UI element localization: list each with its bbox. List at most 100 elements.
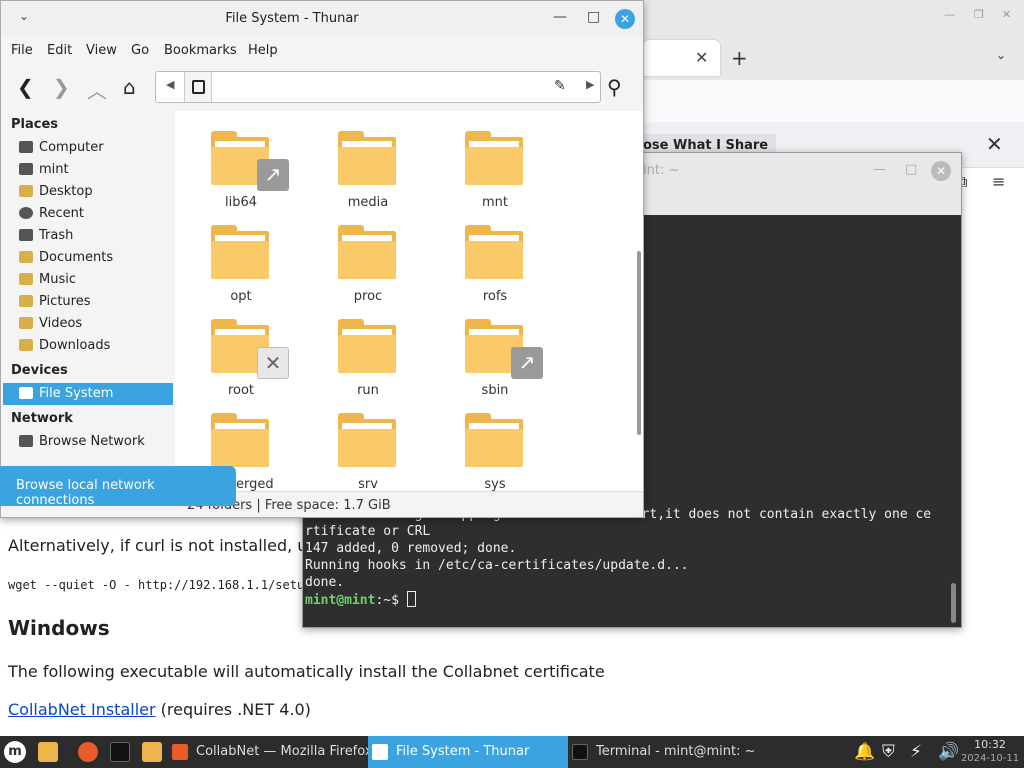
sidebar-item-music[interactable]: Music bbox=[3, 269, 173, 291]
clock-date: 2024-10-11 bbox=[960, 753, 1020, 764]
folder-icon bbox=[338, 225, 396, 279]
folder-item[interactable]: ↗ lib64 bbox=[177, 123, 297, 217]
home-folder-icon bbox=[19, 163, 33, 175]
home-icon[interactable]: ⌂ bbox=[123, 75, 136, 99]
network-icon bbox=[19, 435, 33, 447]
pictures-folder-icon bbox=[19, 295, 33, 307]
folder-icon bbox=[338, 131, 396, 185]
maximize-icon[interactable]: □ bbox=[905, 162, 917, 177]
close-tab-icon[interactable]: ✕ bbox=[695, 48, 708, 67]
sidebar-item-documents[interactable]: Documents bbox=[3, 247, 173, 269]
menu-icon[interactable]: ≡ bbox=[992, 172, 1005, 191]
mint-menu-icon[interactable]: m bbox=[4, 741, 26, 763]
folder-item[interactable]: rofs bbox=[431, 217, 551, 311]
task-firefox[interactable]: CollabNet — Mozilla Firefox bbox=[168, 736, 373, 768]
close-icon[interactable]: ✕ bbox=[615, 9, 635, 29]
menu-file[interactable]: File bbox=[11, 43, 33, 58]
sidebar-item-mint[interactable]: mint bbox=[3, 159, 173, 181]
folder-name: lib64 bbox=[224, 195, 258, 210]
sidebar-item-videos[interactable]: Videos bbox=[3, 313, 173, 335]
task-thunar[interactable]: File System - Thunar bbox=[368, 736, 568, 768]
close-notification-icon[interactable]: ✕ bbox=[986, 132, 1003, 156]
terminal-line: Running hooks in /etc/ca-certificates/up… bbox=[305, 558, 689, 573]
power-icon[interactable]: ⚡ bbox=[910, 742, 922, 762]
scroll-right-icon[interactable]: ▶ bbox=[586, 78, 594, 91]
list-tabs-icon[interactable]: ⌄ bbox=[996, 48, 1006, 62]
edit-path-icon[interactable]: ✎ bbox=[554, 78, 566, 94]
root-drive-crumb[interactable] bbox=[184, 72, 212, 102]
task-terminal[interactable]: Terminal - mint@mint: ~ bbox=[568, 736, 768, 768]
folder-item[interactable]: ✕ root bbox=[177, 311, 297, 405]
back-icon[interactable]: ❮ bbox=[17, 75, 34, 99]
folder-item[interactable]: mnt bbox=[431, 123, 551, 217]
menu-view[interactable]: View bbox=[86, 43, 117, 58]
menu-go[interactable]: Go bbox=[131, 43, 149, 58]
terminal-scrollbar[interactable] bbox=[951, 583, 956, 623]
update-shield-icon[interactable]: ⛨ bbox=[882, 742, 895, 762]
menu-help[interactable]: Help bbox=[248, 43, 278, 58]
videos-folder-icon bbox=[19, 317, 33, 329]
prompt-path: :~$ bbox=[375, 593, 407, 608]
collabnet-installer-link[interactable]: CollabNet Installer bbox=[8, 700, 156, 719]
forward-icon[interactable]: ❯ bbox=[53, 75, 70, 99]
minimize-icon[interactable]: — bbox=[944, 8, 955, 21]
search-icon[interactable]: ⚲ bbox=[607, 75, 622, 99]
sidebar-item-label: Computer bbox=[39, 140, 104, 155]
drive-icon bbox=[19, 387, 33, 399]
installer-paragraph: CollabNet Installer (requires .NET 4.0) bbox=[8, 700, 311, 719]
folder-item[interactable]: ↗ sbin bbox=[431, 311, 551, 405]
close-icon[interactable]: ✕ bbox=[931, 161, 951, 181]
folder-name: sys bbox=[484, 477, 506, 491]
scroll-left-icon[interactable]: ◀ bbox=[166, 78, 174, 91]
files-launcher-icon[interactable] bbox=[38, 742, 58, 762]
prompt-user: mint@mint bbox=[305, 593, 376, 608]
folder-item[interactable]: media bbox=[304, 123, 424, 217]
folder-item[interactable]: sys bbox=[431, 405, 551, 491]
folder-item[interactable]: run bbox=[304, 311, 424, 405]
file-grid[interactable]: ↗ lib64 media mnt opt proc rofs ✕ root run ↗ sbin is… bbox=[175, 111, 643, 491]
folder-item[interactable]: proc bbox=[304, 217, 424, 311]
clock-icon bbox=[19, 207, 33, 219]
sidebar-item-downloads[interactable]: Downloads bbox=[3, 335, 173, 357]
thunar-titlebar[interactable]: ⌄ File System - Thunar — □ ✕ bbox=[1, 1, 643, 37]
folder-icon bbox=[465, 131, 523, 185]
sidebar-item-computer[interactable]: Computer bbox=[3, 137, 173, 159]
up-icon[interactable]: ︿ bbox=[87, 75, 107, 104]
terminal-launcher-icon[interactable] bbox=[110, 742, 130, 762]
music-folder-icon bbox=[19, 273, 33, 285]
clock[interactable]: 10:32 2024-10-11 bbox=[960, 738, 1020, 766]
firefox-icon bbox=[172, 744, 188, 760]
folder-name: run bbox=[357, 383, 379, 398]
folder-item[interactable]: opt bbox=[177, 217, 297, 311]
new-tab-icon[interactable]: + bbox=[731, 46, 748, 70]
path-bar[interactable]: ◀ ✎ ▶ bbox=[155, 71, 601, 103]
tooltip-text: Browse local network connections bbox=[16, 478, 155, 508]
folder-icon bbox=[465, 413, 523, 467]
firefox-launcher-icon[interactable] bbox=[78, 742, 98, 762]
installer-requirement: (requires .NET 4.0) bbox=[155, 700, 311, 719]
minimize-icon[interactable]: — bbox=[553, 9, 567, 25]
sidebar-item-file-system[interactable]: File System bbox=[3, 383, 173, 405]
maximize-icon[interactable]: □ bbox=[587, 9, 600, 25]
restore-icon[interactable]: ❐ bbox=[974, 8, 984, 21]
close-window-icon[interactable]: ✕ bbox=[1002, 8, 1011, 21]
sidebar-item-label: Desktop bbox=[39, 184, 93, 199]
menu-edit[interactable]: Edit bbox=[47, 43, 72, 58]
folder-item[interactable]: srv bbox=[304, 405, 424, 491]
computer-icon bbox=[19, 141, 33, 153]
minimize-icon[interactable]: — bbox=[873, 162, 886, 177]
terminal-prompt-line[interactable]: mint@mint:~$ bbox=[305, 591, 945, 609]
sidebar-item-browse-network[interactable]: Browse Network bbox=[3, 431, 173, 453]
grid-scrollbar[interactable] bbox=[637, 251, 641, 435]
sidebar-item-pictures[interactable]: Pictures bbox=[3, 291, 173, 313]
firefox-tab[interactable]: ✕ bbox=[643, 40, 720, 76]
thunar-window[interactable]: ⌄ File System - Thunar — □ ✕ File Edit V… bbox=[0, 0, 644, 518]
sidebar-item-recent[interactable]: Recent bbox=[3, 203, 173, 225]
windows-heading: Windows bbox=[8, 616, 110, 640]
sidebar-item-trash[interactable]: Trash bbox=[3, 225, 173, 247]
menu-bookmarks[interactable]: Bookmarks bbox=[164, 43, 237, 58]
notifications-icon[interactable]: 🔔 bbox=[854, 742, 875, 762]
files-launcher-icon[interactable] bbox=[142, 742, 162, 762]
sidebar-item-desktop[interactable]: Desktop bbox=[3, 181, 173, 203]
volume-icon[interactable]: 🔊 bbox=[938, 742, 959, 762]
